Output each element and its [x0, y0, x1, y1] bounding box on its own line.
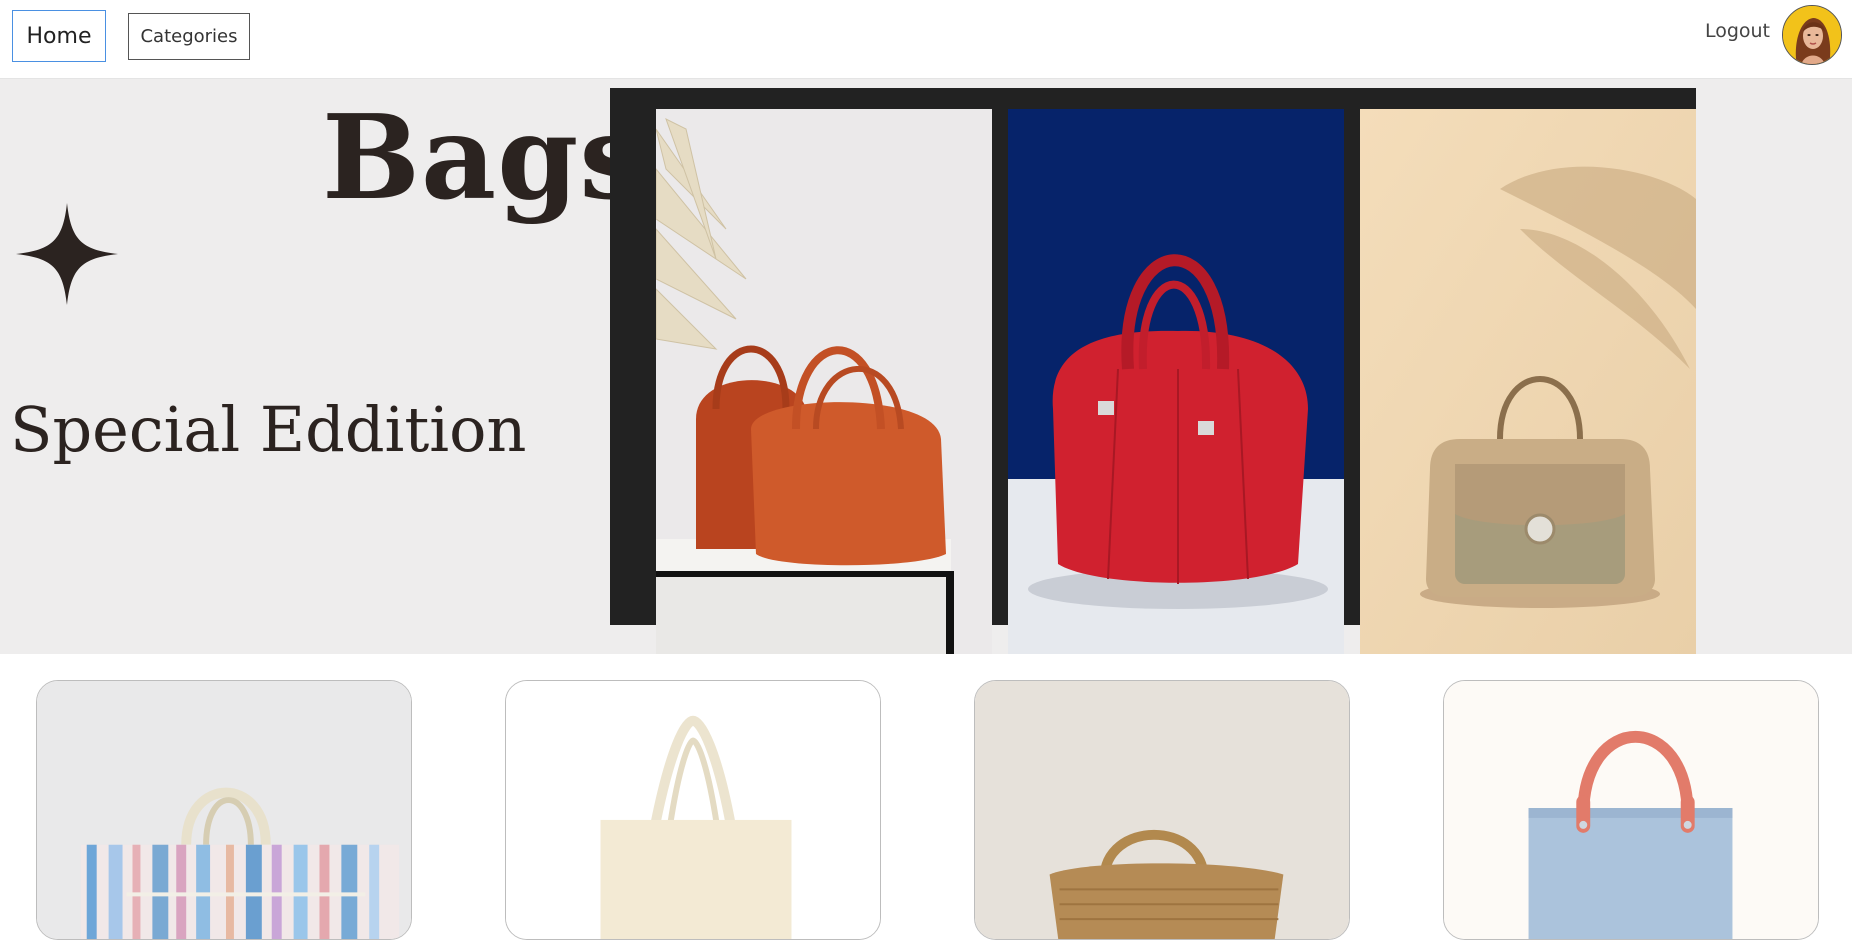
home-nav-button[interactable]: Home: [12, 10, 106, 62]
four-point-star-icon: [16, 203, 118, 305]
top-navigation-bar: Home Categories Logout: [0, 0, 1852, 79]
hero-photo-orange-bags: [656, 109, 992, 654]
hero-banner: Bags Special Eddition: [0, 79, 1852, 654]
product-image: [975, 681, 1349, 939]
avatar-portrait-icon: [1783, 6, 1841, 64]
product-image: [1444, 681, 1818, 939]
categories-nav-button[interactable]: Categories: [128, 13, 250, 60]
product-image: [506, 681, 880, 939]
product-card-canvas-tote[interactable]: [505, 680, 881, 940]
hero-photo-red-bag: [1008, 109, 1344, 654]
hero-subtitle: Special Eddition: [10, 393, 527, 466]
logout-link[interactable]: Logout: [1705, 20, 1770, 42]
product-card-straw-basket[interactable]: [974, 680, 1350, 940]
product-card-striped-tote[interactable]: [36, 680, 412, 940]
product-image: [37, 681, 411, 939]
user-avatar[interactable]: [1782, 5, 1842, 65]
hero-photo-beige-bag: [1360, 109, 1696, 654]
product-card-blue-tote[interactable]: [1443, 680, 1819, 940]
hero-title: Bags: [322, 90, 646, 226]
